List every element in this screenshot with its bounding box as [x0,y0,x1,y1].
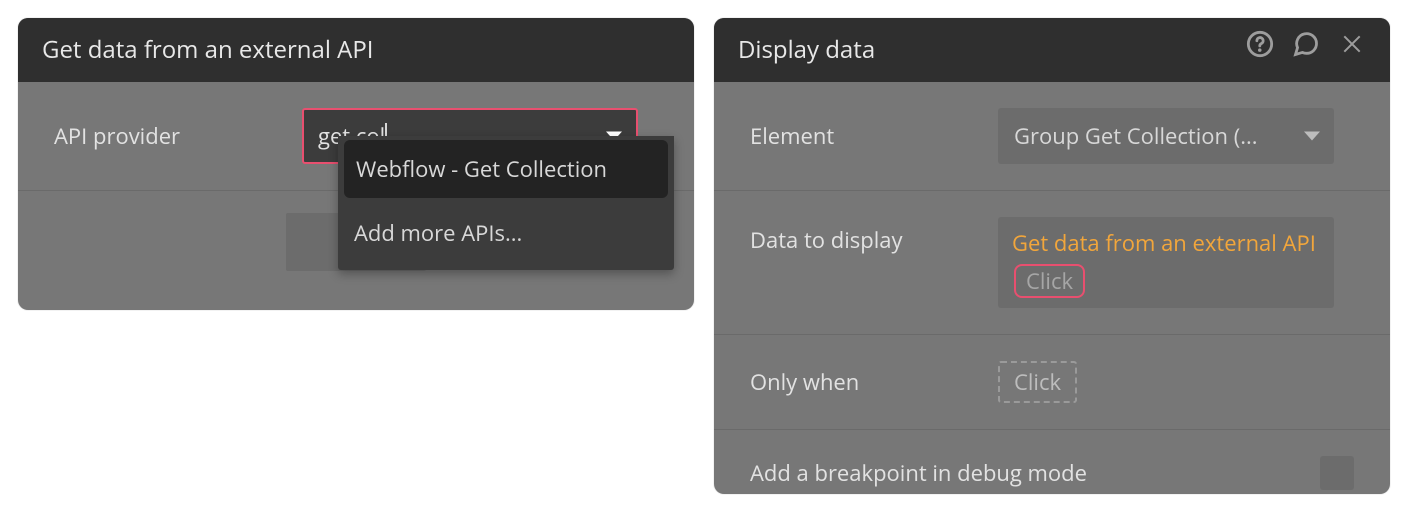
panel-header-display-data: Display data [714,18,1390,82]
panel-display-data: Display data Element Group Get Collectio… [714,18,1390,494]
panel-header-get-data: Get data from an external API [18,18,694,82]
panel-title: Display data [738,18,875,82]
row-breakpoint: Add a breakpoint in debug mode [714,430,1390,520]
only-when-click[interactable]: Click [998,361,1077,403]
breakpoint-toggle[interactable] [1320,456,1354,490]
chevron-down-icon [1304,132,1320,141]
panel-title: Get data from an external API [42,18,373,82]
element-label: Element [750,121,998,151]
element-select[interactable]: Group Get Collection (... [998,108,1334,164]
api-provider-dropdown: Webflow - Get Collection Add more APIs..… [338,136,674,270]
row-data-to-display: Data to display Get data from an externa… [714,191,1390,335]
comment-icon[interactable] [1292,18,1320,82]
api-provider-label: API provider [54,121,302,151]
help-icon[interactable] [1246,18,1274,82]
data-to-display-label: Data to display [750,217,998,255]
dropdown-item-add-more-apis[interactable]: Add more APIs... [338,202,674,264]
breakpoint-label: Add a breakpoint in debug mode [750,458,1320,488]
data-linked-expression[interactable]: Get data from an external API [1012,227,1316,260]
click-pill[interactable]: Click [1014,264,1085,298]
element-select-value: Group Get Collection (... [1014,121,1258,151]
row-only-when: Only when Click [714,335,1390,430]
close-icon[interactable] [1338,18,1366,82]
only-when-label: Only when [750,367,998,397]
panel-get-data: Get data from an external API API provid… [18,18,694,310]
data-to-display-value[interactable]: Get data from an external API Click [998,217,1334,308]
dropdown-item-webflow-get-collection[interactable]: Webflow - Get Collection [344,140,668,198]
row-element: Element Group Get Collection (... [714,82,1390,191]
